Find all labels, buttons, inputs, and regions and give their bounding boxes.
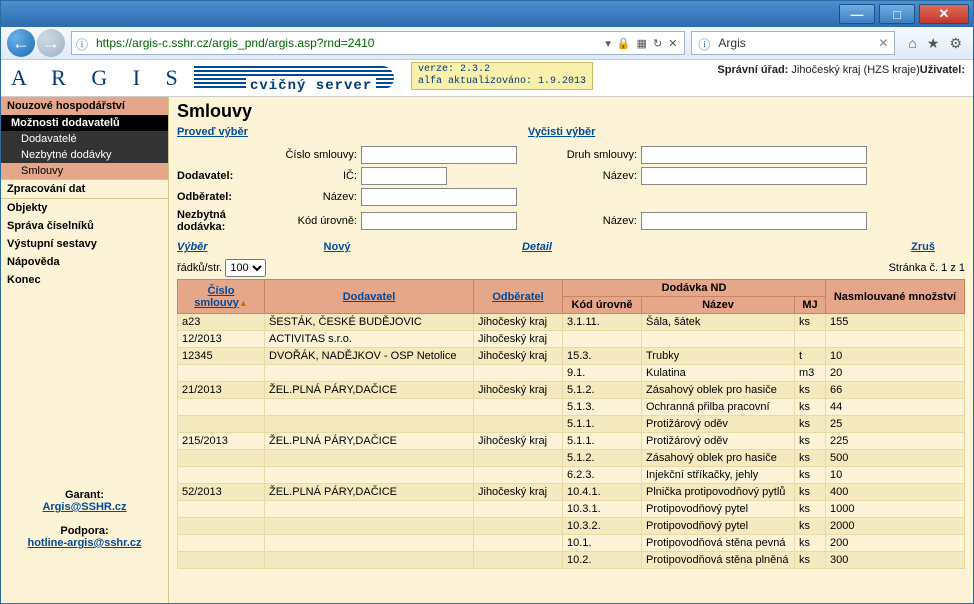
support-link[interactable]: hotline-argis@sshr.cz <box>1 537 168 549</box>
sidebar-item-dodavatele[interactable]: Dodavatelé <box>1 131 168 147</box>
ic-input[interactable] <box>361 167 447 185</box>
table-row[interactable]: 12/2013ACTIVITAS s.r.o.Jihočeský kraj <box>178 331 965 348</box>
odberatel-label: Odběratel: <box>177 191 267 203</box>
table-row[interactable]: 5.1.1.Protižárový oděvks25 <box>178 416 965 433</box>
dropdown-icon[interactable]: ▾ <box>605 37 611 50</box>
tab-title: Argis <box>718 36 745 50</box>
nezbytna-label: Nezbytná dodávka: <box>177 209 267 233</box>
page-body: Nouzové hospodářství Možnosti dodavatelů… <box>1 97 973 604</box>
table-row[interactable]: 10.3.1.Protipovodňový pytelks1000 <box>178 501 965 518</box>
support-box: Garant: Argis@SSHR.cz Podpora: hotline-a… <box>1 489 168 549</box>
home-icon[interactable]: ⌂ <box>908 35 916 51</box>
druh-input[interactable] <box>641 146 867 164</box>
col-cislo[interactable]: Číslo smlouvy <box>194 285 239 309</box>
dodavatel-label: Dodavatel: <box>177 170 267 182</box>
table-row[interactable]: 12345DVOŘÁK, NADĚJKOV - OSP NetoliceJiho… <box>178 348 965 365</box>
table-row[interactable]: 5.1.2.Zásahový oblek pro hasičeks500 <box>178 450 965 467</box>
vycisti-vyber-link[interactable]: Vyčisti výběr <box>528 126 595 138</box>
nd-nazev-input[interactable] <box>641 212 867 230</box>
browser-tab[interactable]: ⓘ Argis ✕ <box>691 31 895 55</box>
table-row[interactable]: 21/2013ŽEL.PLNÁ PÁRY,DAČICEJihočeský kra… <box>178 382 965 399</box>
browser-toolbar: ← → ⓘ https://argis-c.sshr.cz/argis_pnd/… <box>1 27 973 60</box>
table-row[interactable]: 9.1.Kulatinam320 <box>178 365 965 382</box>
office-info: Správní úřad: Jihočeský kraj (HZS kraje)… <box>717 64 965 76</box>
proved-vyber-link[interactable]: Proveď výběr <box>177 126 248 138</box>
col-kod: Kód úrovně <box>563 297 642 314</box>
main-panel: Smlouvy Proveď výběr Vyčisti výběr Číslo… <box>169 97 973 604</box>
table-row[interactable]: 52/2013ŽEL.PLNÁ PÁRY,DAČICEJihočeský kra… <box>178 484 965 501</box>
contracts-table: Číslo smlouvy▲ Dodavatel Odběratel Dodáv… <box>177 279 965 569</box>
nd-nazev-label: Název: <box>517 215 641 227</box>
col-odberatel[interactable]: Odběratel <box>492 291 543 303</box>
url-text: https://argis-c.sshr.cz/argis_pnd/argis.… <box>96 36 602 50</box>
compat-icon[interactable]: ▦ <box>637 37 647 50</box>
rows-select[interactable]: 100 <box>225 259 266 277</box>
kod-input[interactable] <box>361 212 517 230</box>
settings-icon[interactable]: ⚙ <box>949 35 962 52</box>
sidebar-link-konec[interactable]: Konec <box>1 271 168 289</box>
table-row[interactable]: a23ŠESTÁK, ČESKÉ BUDĚJOVICJihočeský kraj… <box>178 314 965 331</box>
forward-button[interactable]: → <box>37 29 65 57</box>
lock-icon: 🔒 <box>617 37 631 50</box>
table-row[interactable]: 5.1.3.Ochranná přilba pracovníks44 <box>178 399 965 416</box>
col-nazev: Název <box>642 297 795 314</box>
zrus-link[interactable]: Zruš <box>637 241 965 253</box>
novy-link[interactable]: Nový <box>237 241 437 253</box>
ie-icon: ⓘ <box>76 36 90 50</box>
page-info: Stránka č. 1 z 1 <box>889 262 965 274</box>
sidebar: Nouzové hospodářství Možnosti dodavatelů… <box>1 97 169 604</box>
table-row[interactable]: 10.3.2.Protipovodňový pytelks2000 <box>178 518 965 535</box>
ie-icon: ⓘ <box>698 36 712 50</box>
cislo-label: Číslo smlouvy: <box>267 149 361 161</box>
sidebar-link-sprava[interactable]: Správa číselníků <box>1 217 168 235</box>
page-content: A R G I S cvičný server verze: 2.3.2 alf… <box>1 60 973 604</box>
stop-icon[interactable]: ✕ <box>668 37 677 50</box>
kod-label: Kód úrovně: <box>267 215 361 227</box>
toolbar-right: ⌂ ★ ⚙ <box>903 35 967 52</box>
col-mnozstvi: Nasmlouvané množství <box>826 280 965 314</box>
table-row[interactable]: 215/2013ŽEL.PLNÁ PÁRY,DAČICEJihočeský kr… <box>178 433 965 450</box>
app-banner: A R G I S cvičný server verze: 2.3.2 alf… <box>1 60 973 97</box>
app-logo: A R G I S <box>1 65 188 91</box>
col-mj: MJ <box>795 297 826 314</box>
address-bar[interactable]: ⓘ https://argis-c.sshr.cz/argis_pnd/argi… <box>71 31 685 55</box>
sidebar-item-smlouvy[interactable]: Smlouvy <box>1 163 168 179</box>
table-row[interactable]: 6.2.3.Injekční stříkačky, jehlyks10 <box>178 467 965 484</box>
back-button[interactable]: ← <box>7 29 35 57</box>
minimize-button[interactable]: ― <box>839 4 875 24</box>
browser-window: ― □ ✕ ← → ⓘ https://argis-c.sshr.cz/argi… <box>0 0 974 604</box>
ic-label: IČ: <box>267 170 361 182</box>
sidebar-link-napoveda[interactable]: Nápověda <box>1 253 168 271</box>
version-box: verze: 2.3.2 alfa aktualizováno: 1.9.201… <box>411 62 593 90</box>
garant-link[interactable]: Argis@SSHR.cz <box>1 501 168 513</box>
rows-label: řádků/str. <box>177 262 222 274</box>
page-title: Smlouvy <box>177 101 965 122</box>
sidebar-header[interactable]: Nouzové hospodářství <box>1 97 168 115</box>
titlebar: ― □ ✕ <box>1 1 973 27</box>
close-button[interactable]: ✕ <box>919 4 969 24</box>
cislo-input[interactable] <box>361 146 517 164</box>
dodavatel-nazev-input[interactable] <box>641 167 867 185</box>
sidebar-group[interactable]: Možnosti dodavatelů <box>1 115 168 131</box>
druh-label: Druh smlouvy: <box>517 149 641 161</box>
refresh-icon[interactable]: ↻ <box>653 37 662 50</box>
favorites-icon[interactable]: ★ <box>927 35 940 52</box>
vyber-link[interactable]: Výběr <box>177 241 237 253</box>
odb-nazev-label: Název: <box>267 191 361 203</box>
nazev-label: Název: <box>447 170 641 182</box>
table-row[interactable]: 10.2.Protipovodňová stěna plněnáks300 <box>178 552 965 569</box>
sidebar-link-zpracovani[interactable]: Zpracování dat <box>1 179 168 198</box>
tab-close-icon[interactable]: ✕ <box>878 36 888 50</box>
sidebar-link-vystupni[interactable]: Výstupní sestavy <box>1 235 168 253</box>
col-dodavatel[interactable]: Dodavatel <box>343 291 396 303</box>
detail-link[interactable]: Detail <box>437 241 637 253</box>
odberatel-nazev-input[interactable] <box>361 188 517 206</box>
server-label: cvičný server <box>246 78 376 94</box>
table-row[interactable]: 10.1.Protipovodňová stěna pevnáks200 <box>178 535 965 552</box>
maximize-button[interactable]: □ <box>879 4 915 24</box>
sort-asc-icon: ▲ <box>239 298 248 308</box>
sidebar-link-objekty[interactable]: Objekty <box>1 198 168 217</box>
sidebar-item-nezbytne[interactable]: Nezbytné dodávky <box>1 147 168 163</box>
col-dodavka: Dodávka ND <box>563 280 826 297</box>
